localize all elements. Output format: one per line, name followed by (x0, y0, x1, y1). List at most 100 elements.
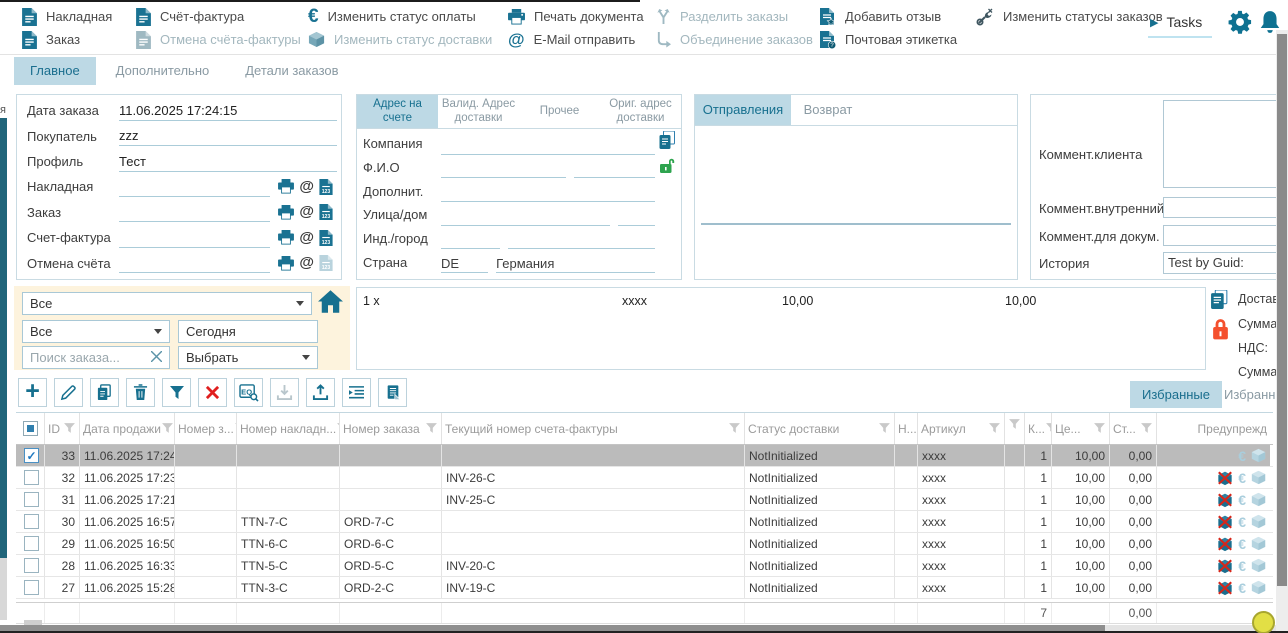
toolbar-button-delivery-status[interactable]: Изменить статус доставки (308, 28, 492, 51)
toolbar-button-print-document[interactable]: Печать документа (508, 5, 644, 28)
search-eq-button[interactable]: EQ (234, 378, 263, 407)
print-icon[interactable] (278, 205, 294, 220)
email-icon[interactable]: @ (299, 203, 314, 221)
row-checkbox[interactable]: ✓ (24, 558, 39, 573)
clear-search-icon[interactable] (151, 350, 162, 365)
column-filter-icon[interactable] (63, 422, 76, 435)
left-scrollbar-track[interactable] (0, 558, 7, 620)
delivery-warning-icon[interactable] (1251, 580, 1266, 595)
copy-row-button[interactable] (90, 378, 119, 407)
toolbar-button-split-orders[interactable]: Разделить заказы (656, 5, 813, 28)
toolbar-button-add-review[interactable]: Добавить отзыв (820, 5, 957, 28)
grid-tab-favorites[interactable]: Избранные (1130, 381, 1222, 410)
package-error-icon[interactable] (1217, 536, 1233, 552)
print-icon[interactable] (278, 256, 294, 271)
header-cost[interactable]: Ст... (1110, 413, 1157, 444)
order-items-panel[interactable]: 1 x xxxx 10,00 10,00 (356, 287, 1206, 370)
toolbar-button-cancel-invoice[interactable]: Отмена счёта-фактуры (136, 28, 301, 51)
filter-status-select[interactable]: Все (22, 292, 312, 315)
column-filter-icon[interactable] (988, 422, 1001, 435)
tasks-button[interactable]: ▶ Tasks (1148, 14, 1212, 38)
document-123-icon[interactable]: 123 (319, 204, 333, 220)
firstname-input[interactable] (441, 160, 566, 178)
header-id[interactable]: ID (45, 413, 80, 444)
payment-warning-icon[interactable]: € (1238, 580, 1246, 596)
payment-warning-icon[interactable]: € (1238, 558, 1246, 574)
print-icon[interactable] (278, 179, 294, 194)
invoice-number-value[interactable] (119, 228, 270, 248)
payment-warning-icon[interactable]: € (1238, 514, 1246, 530)
payment-warning-icon[interactable]: € (1238, 492, 1246, 508)
toolbar-button-order[interactable]: Заказ (22, 28, 112, 51)
toolbar-button-payment-status[interactable]: € Изменить статус оплаты (308, 5, 492, 28)
header-delivery-status[interactable]: Статус доставки (745, 413, 895, 444)
table-row[interactable]: ✓ 30 11.06.2025 16:57:20 TTN-7-C ORD-7-C… (16, 511, 1273, 533)
document-123-icon[interactable]: 123 (319, 255, 333, 271)
email-icon[interactable]: @ (299, 178, 314, 196)
delivery-document-icon[interactable] (1210, 290, 1230, 310)
table-row[interactable]: ✓ 33 11.06.2025 17:24:15 NotInitialized … (16, 445, 1273, 467)
country-code-input[interactable]: DE (441, 255, 488, 273)
column-filter-icon[interactable] (161, 422, 174, 435)
header-number-z[interactable]: Номер з... (175, 413, 237, 444)
client-comment-textarea[interactable] (1163, 100, 1281, 188)
header-n[interactable]: Н... (895, 413, 918, 444)
clear-filter-button[interactable] (198, 378, 227, 407)
toolbar-button-send-email[interactable]: @ E-Mail отправить (508, 28, 644, 51)
header-sale-date[interactable]: Дата продажи (80, 413, 175, 444)
filter-type-select[interactable]: Все (22, 320, 170, 343)
table-row[interactable]: ✓ 28 11.06.2025 16:33:30 TTN-5-C ORD-5-C… (16, 555, 1273, 577)
additional-input[interactable] (441, 184, 655, 202)
tab-valid-shipping-address[interactable]: Валид. Адрес доставки (438, 95, 519, 128)
header-quantity[interactable]: К... (1025, 413, 1052, 444)
toolbar-button-change-order-statuses[interactable]: Изменить статусы заказов (976, 5, 1163, 28)
tab-return[interactable]: Возврат (791, 95, 865, 125)
payment-warning-icon[interactable]: € (1238, 536, 1246, 552)
add-row-button[interactable]: + (18, 378, 47, 407)
column-filter-icon[interactable] (1045, 422, 1052, 435)
delivery-warning-icon[interactable] (1251, 558, 1266, 573)
internal-comment-input[interactable] (1163, 197, 1281, 218)
import-button[interactable] (270, 378, 299, 407)
history-input[interactable]: Test by Guid: (1163, 252, 1281, 274)
delivery-warning-icon[interactable] (1251, 448, 1266, 463)
column-filter-icon[interactable] (425, 422, 438, 435)
header-order-number[interactable]: Номер заказа (340, 413, 442, 444)
header-price[interactable]: Це... (1052, 413, 1110, 444)
table-row[interactable]: ✓ 32 11.06.2025 17:23:12 INV-26-C NotIni… (16, 467, 1273, 489)
delete-row-button[interactable] (126, 378, 155, 407)
filter-date-input[interactable]: Сегодня (178, 320, 318, 343)
vertical-scrollbar-thumb[interactable] (1277, 34, 1287, 586)
column-filter-icon[interactable] (728, 422, 741, 435)
vertical-scrollbar-track[interactable] (1276, 30, 1288, 631)
header-warnings[interactable]: Предупрежд (1157, 413, 1270, 444)
email-icon[interactable]: @ (299, 254, 314, 272)
payment-warning-icon[interactable]: € (1238, 448, 1246, 464)
home-button[interactable] (318, 290, 343, 318)
email-icon[interactable]: @ (299, 229, 314, 247)
copy-address-icon[interactable] (658, 131, 676, 150)
docked-panel-strip[interactable] (0, 118, 7, 558)
table-row[interactable]: ✓ 29 11.06.2025 16:50:20 TTN-6-C ORD-6-C… (16, 533, 1273, 555)
document-comment-input[interactable] (1163, 225, 1281, 246)
row-checkbox[interactable]: ✓ (24, 492, 39, 507)
header-article[interactable]: Артикул (918, 413, 1005, 444)
street-input[interactable] (441, 208, 610, 226)
filter-button[interactable] (162, 378, 191, 407)
tab-shipments[interactable]: Отправления (695, 95, 791, 125)
package-error-icon[interactable] (1217, 580, 1233, 596)
waybill-value[interactable] (119, 177, 270, 197)
toolbar-button-waybill[interactable]: Накладная (22, 5, 112, 28)
filter-choose-select[interactable]: Выбрать (178, 346, 318, 369)
row-checkbox[interactable]: ✓ (24, 448, 39, 463)
tab-additional[interactable]: Дополнительно (100, 57, 226, 85)
header-current-invoice-number[interactable]: Текущий номер счета-фактуры (442, 413, 745, 444)
city-input[interactable] (508, 231, 655, 249)
invoice-cancel-value[interactable] (119, 253, 270, 273)
zip-input[interactable] (441, 231, 500, 249)
package-error-icon[interactable] (1217, 492, 1233, 508)
header-waybill-number[interactable]: Номер накладн... (237, 413, 340, 444)
payment-warning-icon[interactable]: € (1238, 470, 1246, 486)
column-filter-icon[interactable] (1008, 418, 1021, 431)
tab-original-shipping-address[interactable]: Ориг. адрес доставки (600, 95, 681, 128)
